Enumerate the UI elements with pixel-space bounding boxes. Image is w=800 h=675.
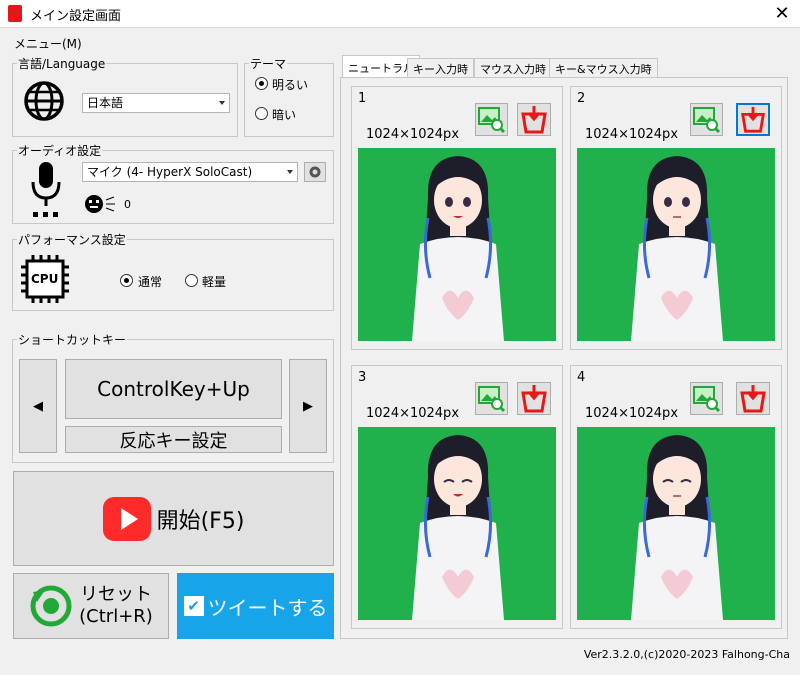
audio-level-value: 0	[124, 198, 131, 211]
cpu-label: CPU	[31, 272, 59, 286]
image-size: 1024×1024px	[585, 406, 679, 421]
language-legend: 言語/Language	[18, 57, 106, 71]
character-image	[412, 435, 504, 620]
tab-mouse-input[interactable]: マウス入力時	[474, 58, 552, 77]
title-bar: メイン設定画面 ✕	[0, 0, 800, 28]
avatar-preview	[577, 148, 775, 341]
audio-settings-button[interactable]	[304, 162, 326, 182]
image-panel-4: 4 1024×1024px	[570, 365, 782, 629]
theme-light-label: 明るい	[272, 78, 309, 92]
image-zoom-icon	[693, 107, 721, 134]
select-image-button[interactable]	[475, 103, 508, 136]
shortcut-key-button[interactable]: ControlKey+Up	[65, 359, 282, 419]
start-button[interactable]: 開始(F5)	[13, 471, 334, 566]
image-zoom-icon	[478, 107, 506, 134]
reset-label: リセット	[79, 584, 152, 605]
tweet-label: ツイートする	[207, 595, 328, 620]
theme-dark-label: 暗い	[272, 108, 297, 122]
shortcut-set-button[interactable]: 反応キー設定	[65, 426, 282, 453]
character-image	[631, 435, 723, 620]
window-title: メイン設定画面	[30, 9, 122, 24]
globe-icon	[24, 81, 64, 121]
avatar-preview	[358, 427, 556, 620]
delete-image-button[interactable]	[517, 382, 551, 415]
performance-light-label: 軽量	[202, 275, 227, 289]
image-number: 4	[577, 370, 586, 385]
image-zoom-icon	[693, 386, 721, 413]
audio-legend: オーディオ設定	[18, 144, 102, 158]
gear-icon	[309, 166, 321, 178]
trash-arrow-icon	[521, 106, 547, 134]
theme-light-radio[interactable]	[255, 77, 268, 90]
tweet-button[interactable]: ✔ ツイートする	[177, 573, 334, 639]
reset-icon	[30, 585, 72, 627]
performance-normal-label: 通常	[138, 275, 163, 289]
delete-image-button[interactable]	[736, 103, 770, 136]
image-size: 1024×1024px	[585, 127, 679, 142]
select-image-button[interactable]	[690, 103, 723, 136]
avatar-preview	[577, 427, 775, 620]
character-image	[412, 156, 504, 341]
select-image-button[interactable]	[475, 382, 508, 415]
tab-key-input[interactable]: キー入力時	[407, 58, 474, 77]
performance-normal-radio[interactable]	[120, 274, 133, 287]
image-number: 3	[358, 370, 367, 385]
audio-device-select[interactable]: マイク (4- HyperX SoloCast)	[82, 162, 298, 182]
image-number: 2	[577, 91, 586, 106]
start-label: 開始(F5)	[156, 508, 245, 534]
image-number: 1	[358, 91, 367, 106]
play-icon	[102, 496, 151, 541]
menu-item[interactable]: メニュー(M)	[14, 35, 82, 52]
image-panel-2: 2 1024×1024px	[570, 86, 782, 350]
delete-image-button[interactable]	[517, 103, 551, 136]
theme-legend: テーマ	[250, 57, 287, 71]
shortcut-prev-button[interactable]: ◀	[19, 359, 57, 453]
chevron-down-icon	[219, 101, 225, 105]
shortcut-legend: ショートカットキー	[18, 333, 127, 347]
language-select[interactable]: 日本語	[82, 93, 230, 113]
reset-shortcut: (Ctrl+R)	[79, 606, 153, 627]
theme-dark-radio[interactable]	[255, 107, 268, 120]
image-panel-3: 3 1024×1024px	[351, 365, 563, 629]
image-size: 1024×1024px	[366, 127, 460, 142]
tab-key-mouse-input[interactable]: キー&マウス入力時	[549, 58, 658, 77]
close-button[interactable]: ✕	[768, 2, 796, 26]
theme-group: テーマ	[244, 55, 334, 137]
reset-button[interactable]: リセット (Ctrl+R)	[13, 573, 169, 639]
version-label: Ver2.3.2.0,(c)2020-2023 Falhong-Cha	[583, 648, 790, 661]
image-size: 1024×1024px	[366, 406, 460, 421]
image-zoom-icon	[478, 386, 506, 413]
trash-arrow-icon	[521, 385, 547, 413]
voice-face-icon	[85, 195, 115, 213]
language-value: 日本語	[87, 96, 124, 110]
performance-legend: パフォーマンス設定	[18, 233, 126, 247]
select-image-button[interactable]	[690, 382, 723, 415]
delete-image-button[interactable]	[736, 382, 770, 415]
audio-device-value: マイク (4- HyperX SoloCast)	[87, 165, 253, 179]
performance-light-radio[interactable]	[185, 274, 198, 287]
microphone-icon	[31, 162, 61, 217]
shortcut-next-button[interactable]: ▶	[289, 359, 327, 453]
character-image	[631, 156, 723, 341]
checkbox-icon: ✔	[183, 596, 204, 616]
app-icon	[8, 5, 22, 22]
trash-arrow-icon	[741, 106, 765, 133]
avatar-preview	[358, 148, 556, 341]
image-panel-1: 1 1024×1024px	[351, 86, 563, 350]
trash-arrow-icon	[740, 385, 766, 413]
chevron-down-icon	[287, 170, 293, 174]
